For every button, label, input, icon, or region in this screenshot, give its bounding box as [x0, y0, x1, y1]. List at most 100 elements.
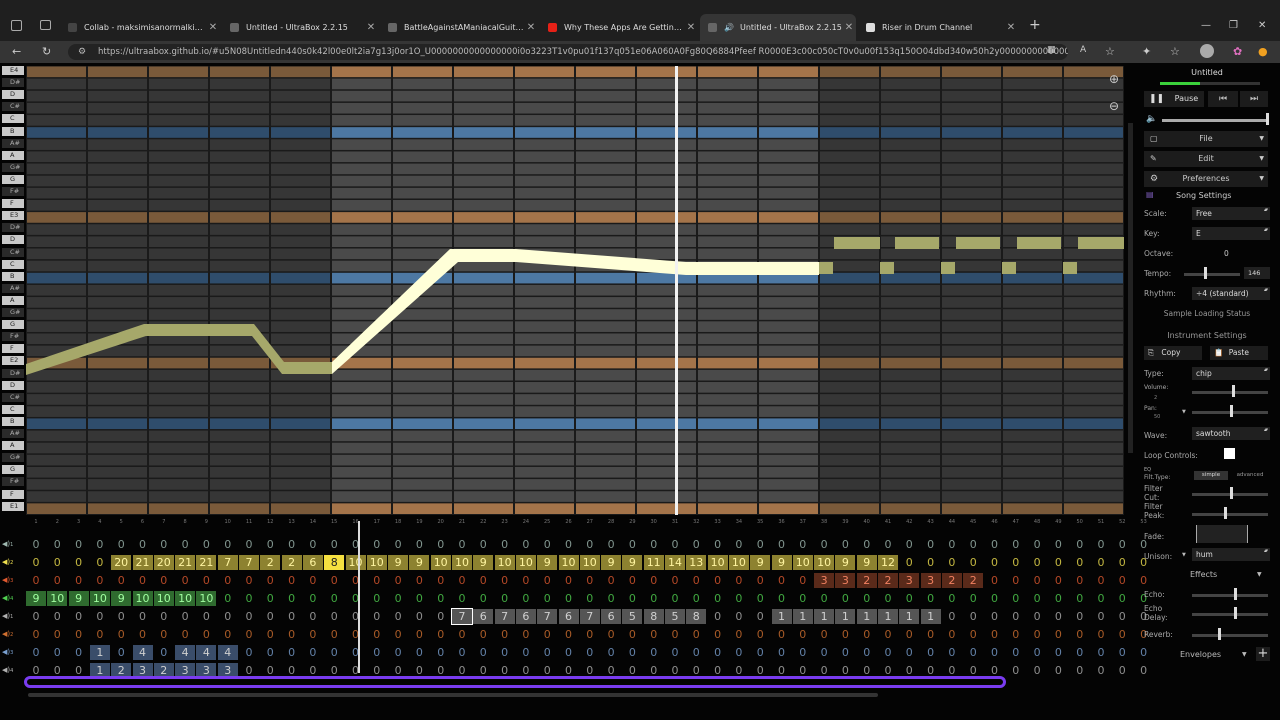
pattern-cell[interactable]: 0 [47, 537, 67, 552]
pattern-cell[interactable]: 0 [26, 627, 46, 642]
pattern-cell[interactable]: 0 [729, 609, 749, 624]
pattern-cell[interactable]: 8 [686, 609, 707, 624]
avatar[interactable] [1200, 44, 1214, 58]
pattern-cell[interactable]: 0 [1027, 627, 1047, 642]
pattern-cell[interactable]: 0 [367, 627, 387, 642]
pattern-cell[interactable]: 21 [132, 555, 153, 570]
pattern-cell[interactable]: 0 [1027, 537, 1047, 552]
pattern-cell[interactable]: 0 [1070, 555, 1090, 570]
pattern-cell[interactable]: 0 [985, 573, 1005, 588]
pattern-cell[interactable]: 0 [1091, 537, 1111, 552]
pattern-cell[interactable]: 0 [324, 537, 344, 552]
pan-dropdown-icon[interactable]: ▼ [1182, 409, 1186, 415]
pattern-cell[interactable]: 0 [1027, 663, 1047, 678]
apps-icon[interactable]: ▦ [1047, 45, 1056, 55]
minimize-button[interactable]: — [1201, 20, 1211, 31]
pattern-cell[interactable]: 0 [239, 627, 259, 642]
pattern-cell[interactable]: 1 [920, 609, 941, 624]
pattern-cell[interactable]: 0 [1048, 663, 1068, 678]
pattern-cell[interactable]: 0 [431, 645, 451, 660]
pattern-cell[interactable]: 0 [90, 573, 110, 588]
pattern-cell[interactable]: 0 [985, 645, 1005, 660]
piano-key[interactable]: B [2, 416, 24, 426]
pattern-cell[interactable]: 0 [324, 573, 344, 588]
pattern-cell[interactable]: 0 [26, 555, 46, 570]
pattern-cell[interactable]: 0 [90, 609, 110, 624]
pattern-cell[interactable]: 0 [921, 555, 941, 570]
pattern-cell[interactable]: 0 [1048, 627, 1068, 642]
piano-key[interactable]: C [2, 404, 24, 414]
pattern-cell[interactable]: 0 [473, 537, 493, 552]
pattern-cell[interactable]: 0 [1091, 609, 1111, 624]
pattern-cell[interactable]: 0 [69, 627, 89, 642]
add-envelope-button[interactable]: + [1256, 647, 1270, 661]
pattern-cell[interactable]: 9 [771, 555, 792, 570]
pattern-cell[interactable]: 0 [324, 645, 344, 660]
pattern-cell[interactable]: 10 [792, 555, 813, 570]
pattern-cell[interactable]: 0 [1070, 537, 1090, 552]
close-tab-icon[interactable]: ✕ [842, 22, 856, 33]
pattern-cell[interactable]: 0 [942, 609, 962, 624]
piano-key[interactable]: F [2, 199, 24, 209]
pattern-cell[interactable]: 0 [303, 645, 323, 660]
pattern-cell[interactable]: 0 [409, 609, 429, 624]
unison-select[interactable]: hum [1192, 548, 1270, 561]
pattern-cell[interactable]: 2 [856, 573, 877, 588]
prev-bar-button[interactable]: ⏮ [1208, 91, 1238, 107]
browser-tab[interactable]: Why These Apps Are Getting Hea ✕ [540, 16, 698, 38]
pattern-cell[interactable]: 3 [814, 573, 835, 588]
pattern-cell[interactable]: 0 [388, 537, 408, 552]
pattern-cell[interactable]: 0 [495, 537, 515, 552]
pattern-cell[interactable]: 1 [835, 609, 856, 624]
pattern-cell[interactable]: 0 [1070, 663, 1090, 678]
pattern-cell[interactable]: 9 [622, 555, 643, 570]
echo-slider[interactable] [1192, 594, 1268, 597]
pattern-cell[interactable]: 0 [580, 645, 600, 660]
pattern-cell[interactable]: 0 [239, 591, 259, 606]
pattern-cell[interactable]: 0 [452, 537, 472, 552]
pattern-cell[interactable]: 0 [1006, 555, 1026, 570]
pattern-cell[interactable]: 0 [473, 627, 493, 642]
pattern-cell[interactable]: 10 [196, 591, 217, 606]
pattern-cell[interactable]: 1 [878, 609, 898, 624]
pattern-cell[interactable]: 0 [367, 537, 387, 552]
piano-key[interactable]: F [2, 344, 24, 354]
pattern-cell[interactable]: 0 [750, 591, 770, 606]
pattern-cell[interactable]: 0 [1091, 591, 1111, 606]
pattern-cell[interactable]: 0 [793, 645, 813, 660]
pattern-cell[interactable]: 0 [878, 645, 898, 660]
pattern-cell[interactable]: 0 [622, 645, 642, 660]
pattern-cell[interactable]: 9 [388, 555, 409, 570]
pattern-cell[interactable]: 20 [153, 555, 174, 570]
pattern-cell[interactable]: 0 [239, 573, 259, 588]
pattern-cell[interactable]: 9 [856, 555, 877, 570]
filter-peak-slider[interactable] [1192, 513, 1268, 516]
pattern-cell[interactable]: 0 [452, 591, 472, 606]
pattern-cell[interactable]: 0 [942, 555, 962, 570]
piano-key[interactable]: D# [2, 223, 24, 233]
loop-controls-checkbox[interactable] [1224, 448, 1235, 459]
pattern-cell[interactable]: 0 [835, 627, 855, 642]
pattern-cell[interactable]: 0 [1112, 591, 1132, 606]
piano-key[interactable]: G [2, 174, 24, 184]
pattern-cell[interactable]: 0 [111, 573, 131, 588]
pattern-cell[interactable]: 0 [47, 573, 67, 588]
pattern-cell[interactable]: 0 [878, 591, 898, 606]
pattern-cell[interactable]: 0 [793, 591, 813, 606]
pattern-cell[interactable]: 0 [772, 645, 792, 660]
instrument-volume-knob[interactable] [1232, 385, 1235, 397]
pattern-cell[interactable]: 0 [367, 591, 387, 606]
pattern-cell[interactable]: 0 [729, 573, 749, 588]
pattern-cell[interactable]: 0 [622, 627, 642, 642]
pattern-cell[interactable]: 0 [772, 537, 792, 552]
pattern-cell[interactable]: 0 [495, 573, 515, 588]
pattern-cell[interactable]: 13 [686, 555, 707, 570]
edge-icon[interactable]: ● [1258, 45, 1268, 58]
pattern-cell[interactable]: 0 [69, 537, 89, 552]
piano-vscroll[interactable] [1128, 123, 1133, 453]
channel-mute-icon[interactable]: ◀)4 [2, 594, 13, 602]
channel-mute-icon[interactable]: ◀)1 [2, 612, 13, 620]
pattern-cell[interactable]: 0 [1091, 555, 1111, 570]
pattern-cell[interactable]: 0 [921, 591, 941, 606]
pattern-cell[interactable]: 0 [772, 627, 792, 642]
